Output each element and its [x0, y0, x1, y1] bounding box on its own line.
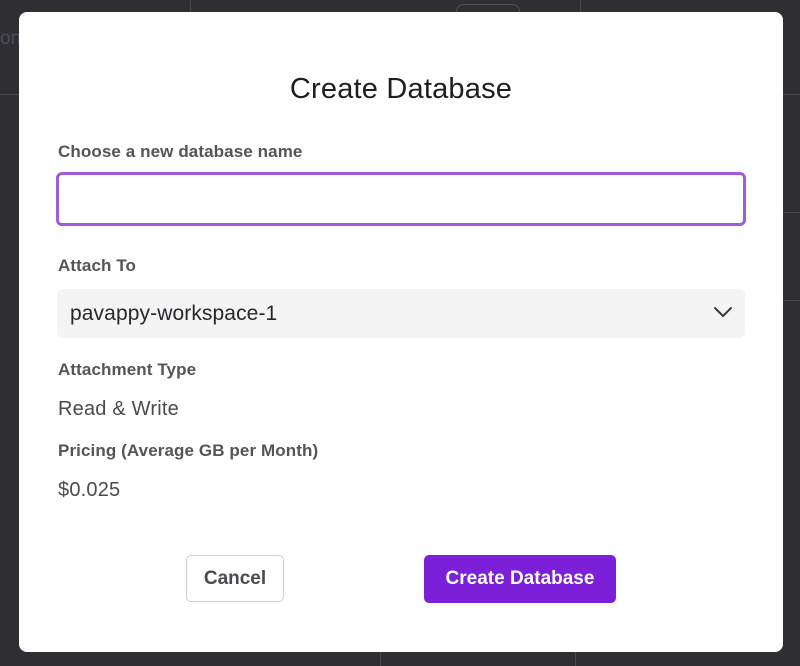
background-divider — [575, 652, 576, 666]
attach-to-select[interactable]: pavappy-workspace-1 — [57, 289, 745, 338]
cancel-button[interactable]: Cancel — [186, 555, 284, 602]
attachment-type-value: Read & Write — [58, 398, 179, 420]
chevron-down-icon — [714, 307, 732, 317]
attachment-type-label: Attachment Type — [58, 360, 197, 379]
background-divider — [380, 652, 381, 666]
pricing-value: $0.025 — [58, 479, 121, 501]
background-divider — [783, 300, 800, 301]
pricing-label: Pricing (Average GB per Month) — [58, 441, 319, 460]
dialog-title: Create Database — [289, 73, 513, 105]
create-database-dialog: Create Database Choose a new database na… — [19, 12, 783, 652]
attach-to-label: Attach To — [58, 256, 137, 275]
background-divider — [580, 0, 581, 12]
create-database-button[interactable]: Create Database — [424, 555, 616, 603]
attach-to-selected-value: pavappy-workspace-1 — [70, 302, 278, 325]
database-name-label: Choose a new database name — [58, 142, 303, 161]
background-text: on — [0, 28, 22, 49]
background-divider — [783, 94, 800, 95]
background-divider — [0, 94, 19, 95]
background-divider — [190, 0, 191, 12]
background-divider — [783, 212, 800, 213]
database-name-input[interactable] — [56, 172, 746, 226]
